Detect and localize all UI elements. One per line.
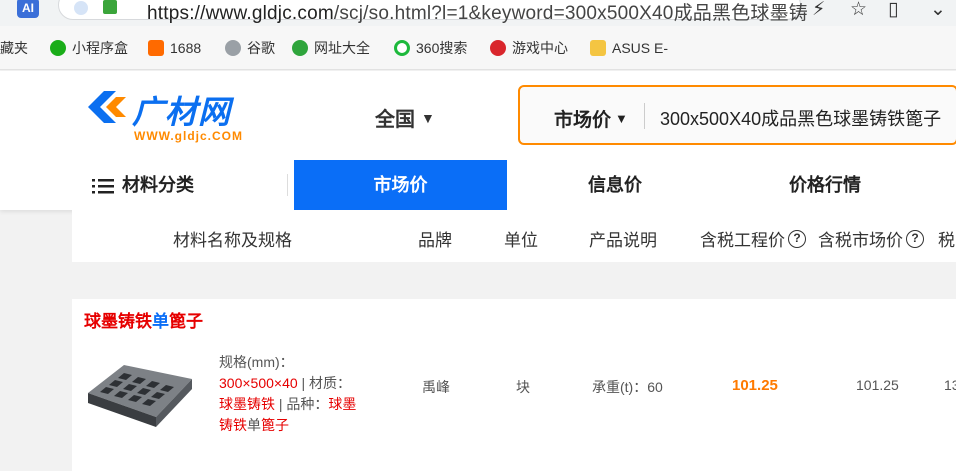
bookmark-label: 收藏夹 xyxy=(0,40,28,56)
bookmark-hao[interactable]: 网址大全 xyxy=(292,38,370,58)
region-label: 全国 xyxy=(375,109,415,131)
col-more: 税 xyxy=(938,231,955,250)
caret-down-icon: ▼ xyxy=(615,111,628,126)
url-text[interactable]: https://www.gldjc.com/scj/so.html?l=1&ke… xyxy=(147,0,808,25)
browser-toolbar: AI https://www.gldjc.com/scj/so.html?l=1… xyxy=(0,0,956,26)
spec-material-label: | 材质： xyxy=(297,375,352,391)
bookmark-360[interactable]: 360搜索 xyxy=(394,38,467,58)
miniprogram-icon xyxy=(50,40,66,56)
result-more: 13 xyxy=(944,377,956,393)
bookmark-label: 网址大全 xyxy=(314,40,370,56)
chevron-down-icon[interactable]: ⌄ xyxy=(930,0,946,21)
menu-icon xyxy=(92,179,114,194)
title-part: 球墨铸铁 xyxy=(84,312,152,331)
product-spec: 规格(mm)： 300×500×40 | 材质： 球墨铸铁 | 品种：球墨 铸铁… xyxy=(219,352,379,436)
shield-icon[interactable] xyxy=(74,1,88,15)
nav-info-price[interactable]: 信息价 xyxy=(540,160,690,210)
result-unit: 块 xyxy=(516,379,530,395)
bookmarks-bar: 收藏夹 小程序盒 1688 谷歌 网址大全 360搜索 游戏中心 ASUS E- xyxy=(0,26,956,70)
search-input[interactable]: 300x500X40成品黑色球墨铸铁篦子 xyxy=(660,105,941,131)
caret-down-icon: ▼ xyxy=(421,109,435,126)
nav-price-trend[interactable]: 价格行情 xyxy=(750,160,900,210)
bookmark-google[interactable]: 谷歌 xyxy=(225,38,275,58)
result-brand: 禹峰 xyxy=(422,379,450,395)
bookmark-asus[interactable]: ASUS E- xyxy=(590,38,668,58)
folder-icon xyxy=(590,40,606,56)
site-info-icon[interactable] xyxy=(103,0,117,14)
url-domain: https://www.gldjc.com xyxy=(147,3,334,24)
logo-text: 广材网 xyxy=(132,94,232,130)
logo-url: WWW.gldjc.COM xyxy=(134,129,243,143)
spec-size: 300×500×40 xyxy=(219,375,298,391)
col-mkt-price: 含税市场价? xyxy=(818,226,924,251)
globe-icon xyxy=(225,40,241,56)
spec-kind: 篦子 xyxy=(261,417,289,433)
help-icon[interactable]: ? xyxy=(906,229,924,248)
result-title[interactable]: 球墨铸铁单篦子 xyxy=(84,307,203,332)
result-mkt-price: 101.25 xyxy=(856,377,899,393)
col-eng-price: 含税工程价? xyxy=(700,226,806,251)
ai-icon[interactable]: AI xyxy=(17,0,39,18)
col-unit: 单位 xyxy=(504,231,538,250)
spec-kind: 球墨 xyxy=(328,396,357,412)
table-header: 材料名称及规格 品牌 单位 产品说明 含税工程价? 含税市场价? 税 xyxy=(72,210,956,262)
spec-material: 球墨铸铁 xyxy=(219,396,275,412)
result-card: 球墨铸铁单篦子 规格(mm)： 300×500×40 | 材质： 球墨铸铁 | … xyxy=(72,299,956,471)
site-logo[interactable]: 广材网 WWW.gldjc.COM xyxy=(86,87,266,147)
nav-divider xyxy=(287,174,288,196)
result-desc: 承重(t)：60 xyxy=(592,379,663,395)
spec-kind-label: | 品种： xyxy=(275,396,329,412)
bookmark-miniprogram[interactable]: 小程序盒 xyxy=(50,38,128,58)
bookmark-games[interactable]: 游戏中心 xyxy=(490,38,568,58)
result-eng-price[interactable]: 101.25 xyxy=(732,377,778,394)
bookmark-label: ASUS E- xyxy=(612,40,669,56)
col-brand: 品牌 xyxy=(418,231,452,250)
search-type-selector[interactable]: 市场价 ▼ xyxy=(554,105,628,132)
region-selector[interactable]: 全国 ▼ xyxy=(375,103,435,132)
alibaba-icon xyxy=(148,40,164,56)
search-divider xyxy=(644,103,645,129)
address-bar[interactable]: https://www.gldjc.com/scj/so.html?l=1&ke… xyxy=(58,0,808,24)
main-nav: 材料分类 市场价 信息价 价格行情 xyxy=(0,160,956,210)
lightning-icon[interactable]: ⚡ xyxy=(812,0,825,21)
bookmark-1688[interactable]: 1688 xyxy=(148,38,201,58)
game-icon xyxy=(490,40,506,56)
bookmark-label: 游戏中心 xyxy=(512,40,568,56)
site-header: 广材网 WWW.gldjc.COM 全国 ▼ 市场价 ▼ 300x500X40成品黑… xyxy=(0,71,956,210)
title-part: 篦子 xyxy=(169,312,203,331)
bookmark-label: 小程序盒 xyxy=(72,40,128,56)
title-part: 单 xyxy=(152,312,169,331)
spec-kind: 单 xyxy=(247,417,261,433)
collections-icon[interactable]: ▯ xyxy=(888,0,898,21)
nav-market-price[interactable]: 市场价 xyxy=(294,160,507,210)
nav-category-label: 材料分类 xyxy=(122,175,194,195)
help-icon[interactable]: ? xyxy=(788,229,806,248)
col-eng-price-label: 含税工程价 xyxy=(700,231,785,250)
col-name: 材料名称及规格 xyxy=(173,231,292,250)
star-icon[interactable]: ☆ xyxy=(850,0,867,21)
bookmark-label: 360搜索 xyxy=(416,40,468,56)
url-path: /scj/so.html?l=1&keyword=300x500X40成品黑色球… xyxy=(333,3,808,24)
search-box[interactable]: 市场价 ▼ 300x500X40成品黑色球墨铸铁篦子 xyxy=(518,85,956,145)
bookmark-favorites[interactable]: 收藏夹 xyxy=(0,38,28,58)
col-mkt-price-label: 含税市场价 xyxy=(818,231,903,250)
spec-kind: 铸铁 xyxy=(219,417,247,433)
bookmark-label: 1688 xyxy=(170,40,202,56)
logo-mark-icon xyxy=(88,91,126,123)
search-360-icon xyxy=(394,40,410,56)
bookmark-label: 谷歌 xyxy=(247,40,275,56)
product-image[interactable] xyxy=(84,361,194,437)
spec-label: 规格(mm)： xyxy=(219,354,294,370)
search-type-label: 市场价 xyxy=(554,110,612,131)
col-desc: 产品说明 xyxy=(589,231,657,250)
plus-circle-icon xyxy=(292,40,308,56)
nav-material-category[interactable]: 材料分类 xyxy=(92,160,242,210)
